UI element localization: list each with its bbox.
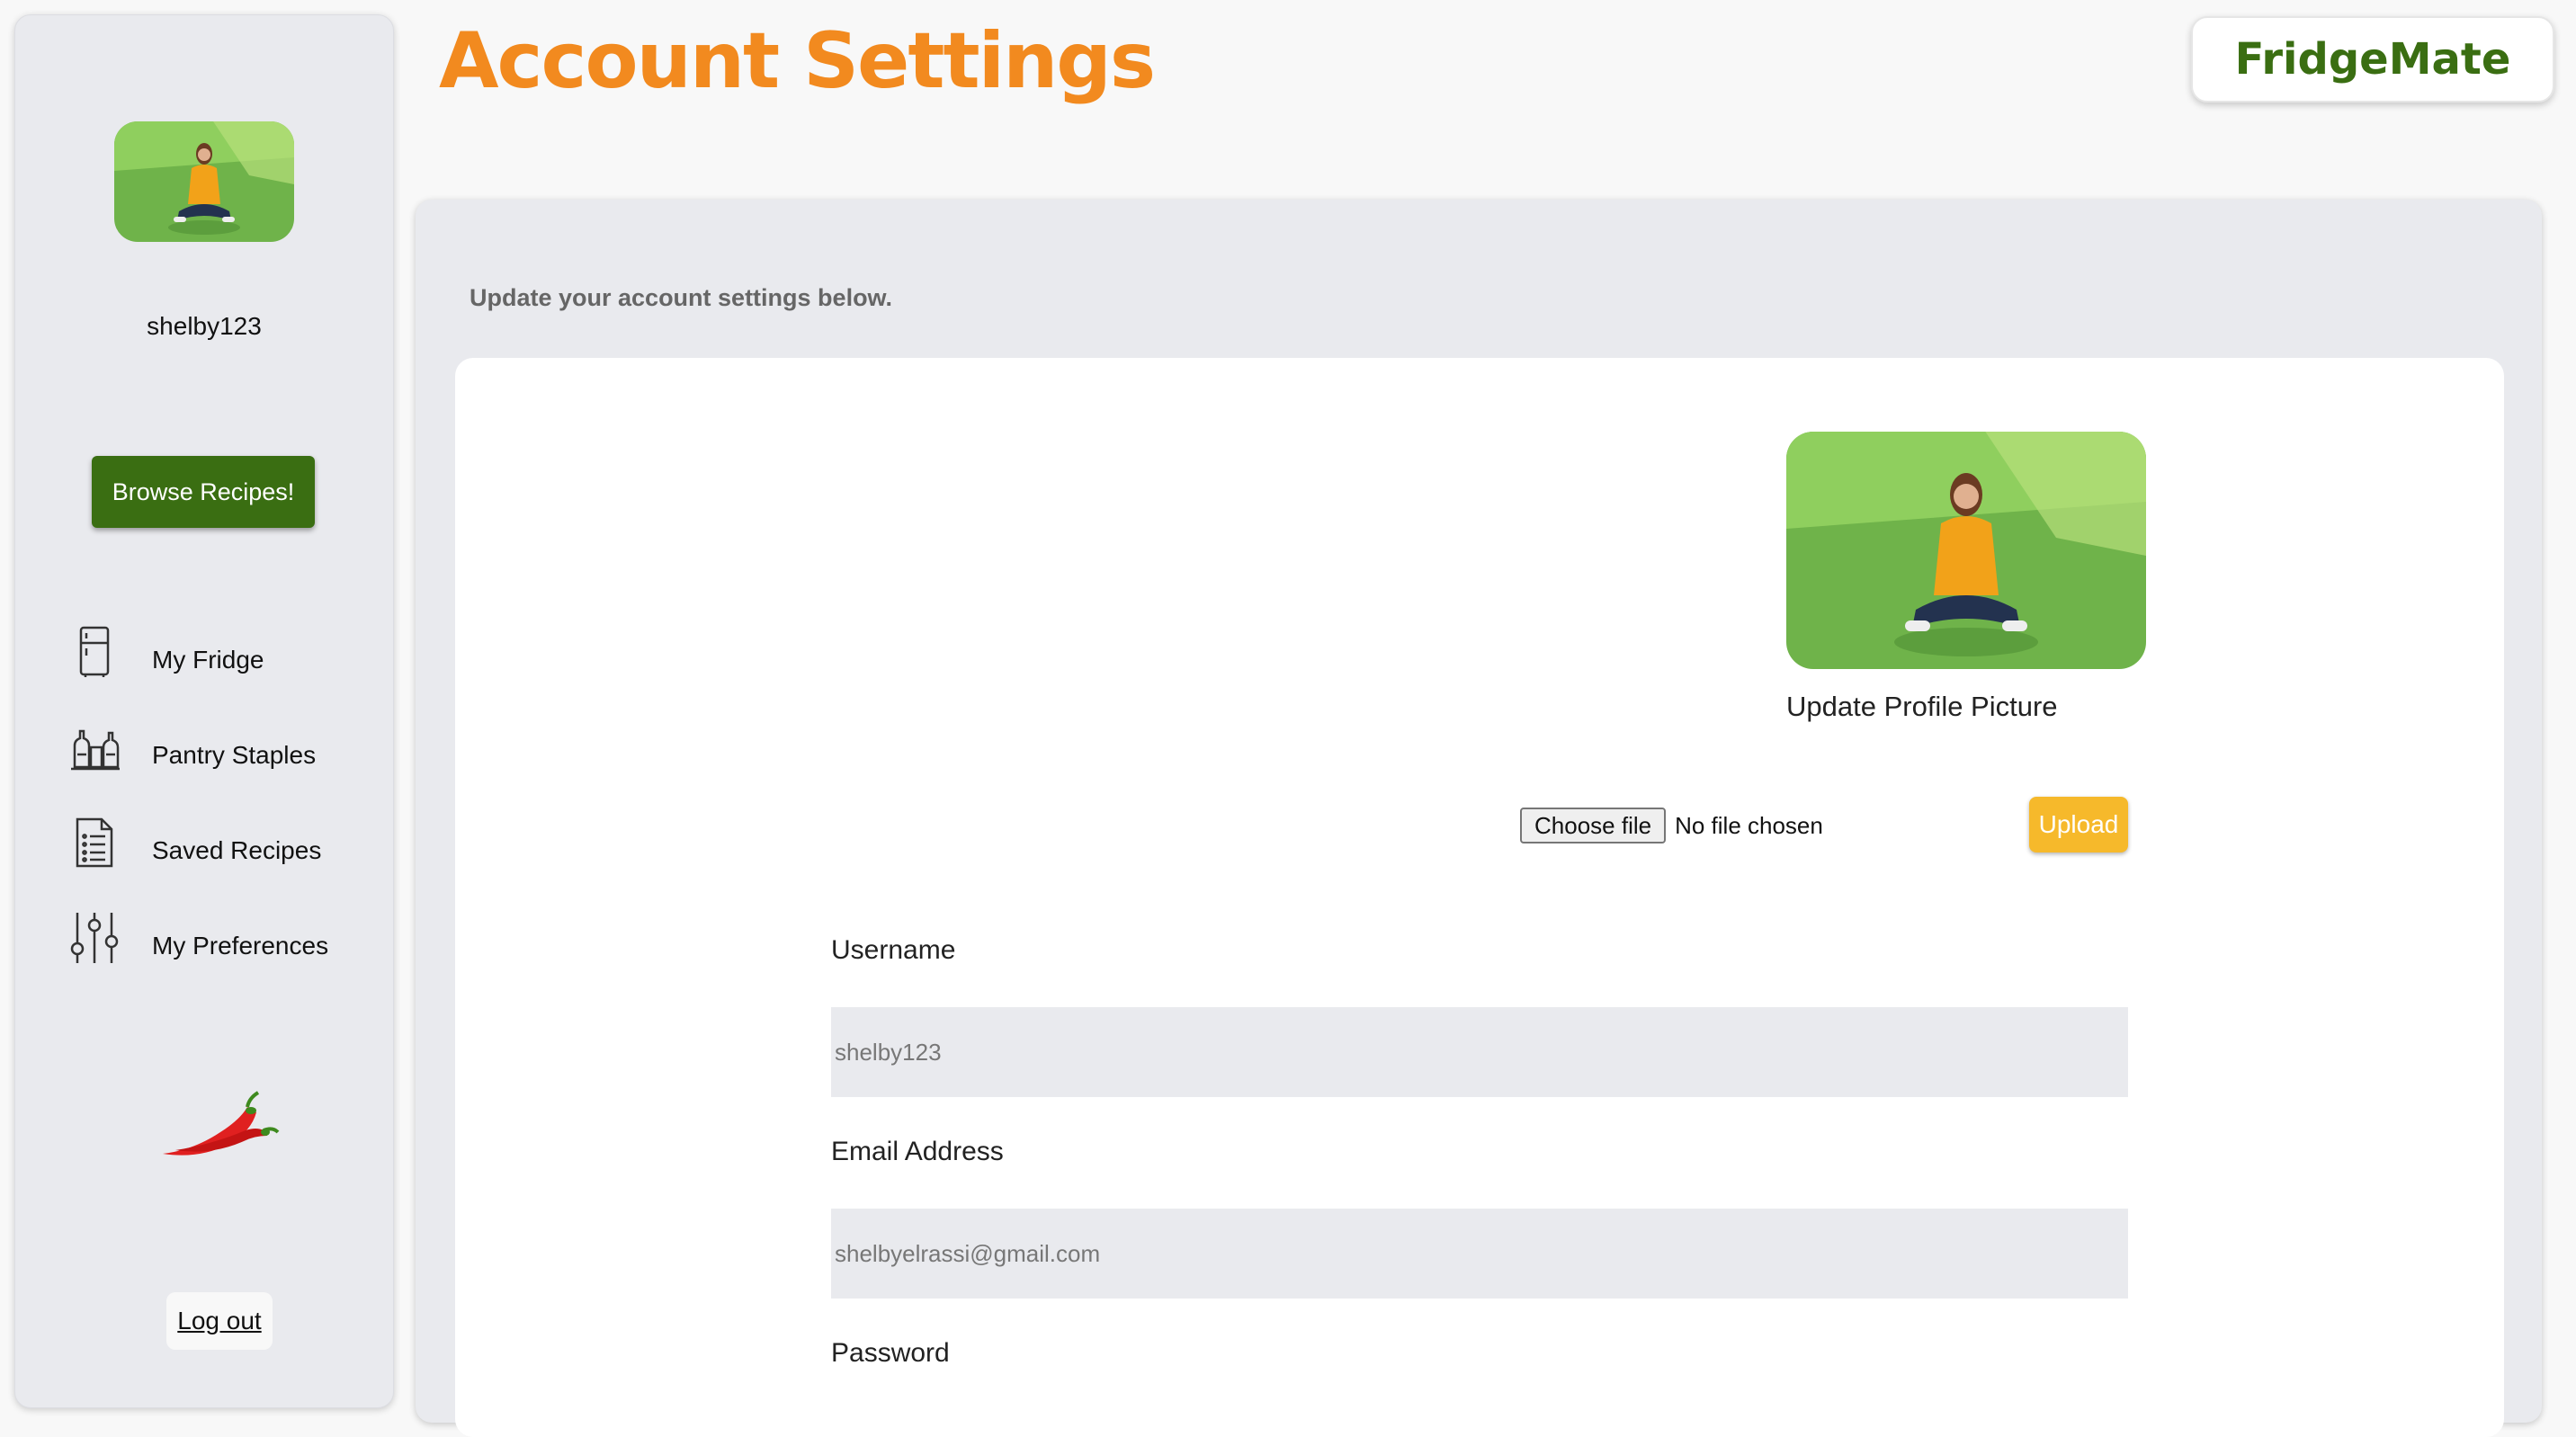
sidebar-item-pantry-staples[interactable]: Pantry Staples <box>66 711 389 783</box>
profile-photo <box>1786 432 2146 669</box>
settings-card: Update Profile Picture Choose file No fi… <box>455 358 2504 1437</box>
browse-recipes-button[interactable]: Browse Recipes! <box>92 456 315 528</box>
avatar[interactable] <box>114 121 294 242</box>
sidebar-item-label: My Preferences <box>152 932 329 959</box>
choose-file-button[interactable]: Choose file <box>1520 808 1667 843</box>
brand-logo[interactable]: FridgeMate <box>2191 16 2554 103</box>
update-profile-picture-label: Update Profile Picture <box>1786 691 2058 722</box>
sidebar-item-my-fridge[interactable]: My Fridge <box>66 616 389 688</box>
sidebar-item-label: Saved Recipes <box>152 836 322 864</box>
sidebar: shelby123 Browse Recipes! My Fridge Pant… <box>14 14 394 1408</box>
logout-link[interactable]: Log out <box>166 1292 273 1350</box>
avatar-photo <box>114 121 294 242</box>
settings-panel: Update your account settings below. Upda… <box>416 200 2542 1437</box>
sidebar-item-label: My Fridge <box>152 646 264 674</box>
file-status: No file chosen <box>1675 811 1823 839</box>
sidebar-username: shelby123 <box>147 312 262 340</box>
username-field[interactable] <box>831 1007 2128 1097</box>
file-input[interactable]: Choose file No file chosen <box>1520 806 1823 845</box>
email-field[interactable] <box>831 1209 2128 1299</box>
recipe-list-icon <box>66 814 123 871</box>
sidebar-item-saved-recipes[interactable]: Saved Recipes <box>66 807 389 879</box>
upload-button[interactable]: Upload <box>2029 797 2128 852</box>
sidebar-item-my-preferences[interactable]: My Preferences <box>66 902 389 974</box>
email-label: Email Address <box>831 1137 1004 1166</box>
profile-picture <box>1786 432 2146 669</box>
password-label: Password <box>831 1338 950 1368</box>
settings-subtitle: Update your account settings below. <box>470 284 893 311</box>
sidebar-item-label: Pantry Staples <box>152 741 317 769</box>
fridge-icon <box>66 623 123 681</box>
sliders-icon <box>66 909 123 967</box>
chili-pepper-icon <box>157 1091 280 1163</box>
username-label: Username <box>831 935 956 965</box>
pantry-icon <box>66 718 123 776</box>
page-title: Account Settings <box>439 16 1156 106</box>
